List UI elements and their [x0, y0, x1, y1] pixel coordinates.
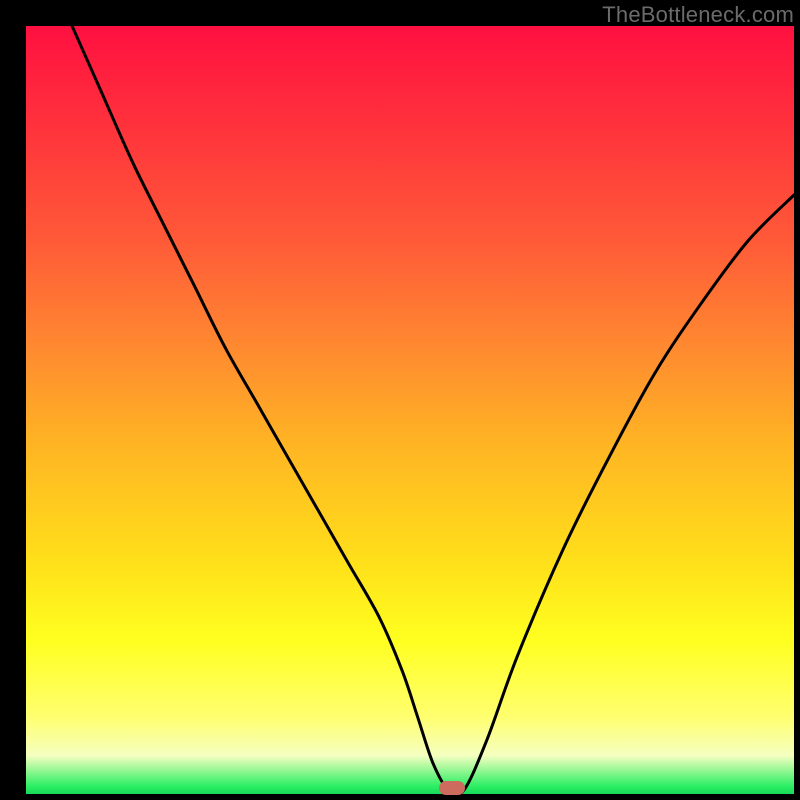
- optimum-marker: [439, 781, 465, 795]
- bottleneck-curve: [26, 26, 794, 794]
- plot-area: [26, 26, 794, 794]
- watermark-text: TheBottleneck.com: [602, 2, 794, 28]
- chart-frame: TheBottleneck.com: [0, 0, 800, 800]
- curve-path: [72, 26, 794, 794]
